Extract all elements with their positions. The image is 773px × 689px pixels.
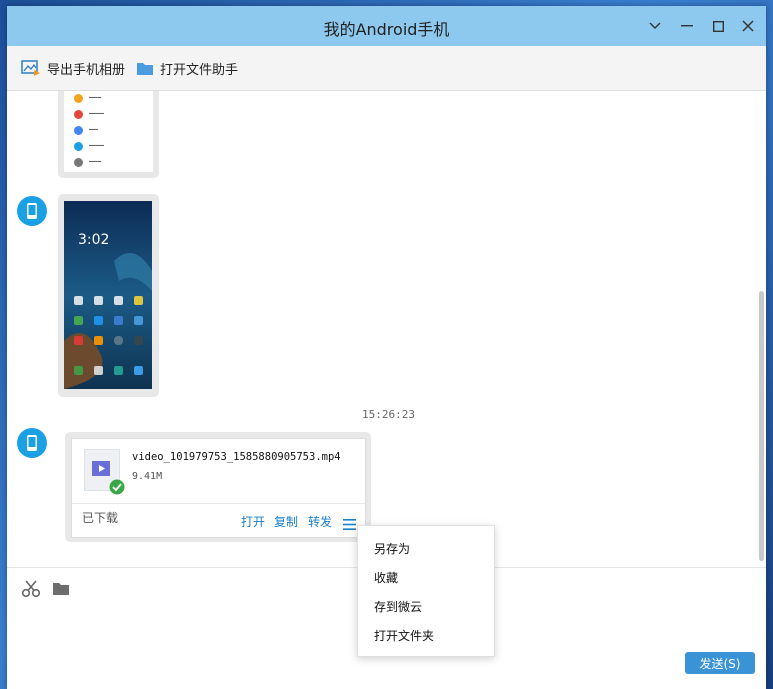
file-size: 9.41M [132, 471, 163, 482]
phone-icon [27, 203, 37, 219]
message-timestamp: 15:26:23 [362, 408, 415, 421]
image-message[interactable]: 3:02 [58, 194, 159, 397]
forward-file-link[interactable]: 转发 [308, 513, 332, 530]
settings-screenshot[interactable]: ━━━━ ━━━━━ ━━━ ━━━━━ ━━━━ [64, 91, 153, 172]
minimize-button[interactable] [675, 14, 699, 38]
device-avatar[interactable] [17, 196, 47, 226]
send-button[interactable]: 发送(S) [685, 652, 755, 674]
video-file-thumbnail[interactable] [84, 449, 125, 495]
title-bar[interactable]: 我的Android手机 [7, 6, 766, 46]
open-file-helper-button[interactable]: 打开文件助手 [136, 58, 238, 78]
open-file-link[interactable]: 打开 [241, 513, 265, 530]
close-button[interactable] [736, 14, 760, 38]
download-status: 已下载 [82, 511, 119, 525]
file-context-menu: 另存为 收藏 存到微云 打开文件夹 [357, 525, 495, 657]
phone-icon [27, 435, 37, 451]
folder-icon[interactable] [52, 581, 70, 600]
device-avatar[interactable] [17, 428, 47, 458]
more-menu-icon[interactable] [343, 515, 356, 534]
downloaded-check-icon [109, 479, 125, 495]
scissors-icon[interactable] [21, 580, 41, 602]
folder-icon [137, 62, 153, 75]
copy-file-link[interactable]: 复制 [274, 513, 298, 530]
file-message[interactable]: video_101979753_1585880905753.mp4 9.41M … [65, 432, 371, 542]
image-message[interactable]: ━━━━ ━━━━━ ━━━ ━━━━━ ━━━━ [58, 91, 159, 178]
phone-clock: 3:02 [78, 232, 109, 248]
export-album-button[interactable]: 导出手机相册 [21, 58, 125, 78]
favorite-menu-item[interactable]: 收藏 [374, 569, 398, 586]
maximize-button[interactable] [706, 14, 730, 38]
file-card[interactable]: video_101979753_1585880905753.mp4 9.41M … [71, 438, 366, 538]
phone-screenshot[interactable]: 3:02 [64, 201, 152, 389]
toolbar: 导出手机相册 打开文件助手 [7, 46, 766, 91]
chevron-down-icon[interactable] [643, 14, 667, 38]
chat-scrollbar[interactable] [759, 291, 764, 561]
open-file-helper-label: 打开文件助手 [160, 62, 239, 78]
save-to-weiyun-menu-item[interactable]: 存到微云 [374, 598, 422, 615]
file-name: video_101979753_1585880905753.mp4 [132, 451, 341, 463]
save-as-menu-item[interactable]: 另存为 [374, 540, 410, 557]
export-photo-icon [21, 60, 40, 76]
export-album-label: 导出手机相册 [47, 62, 126, 78]
home-screen-image: 3:02 [64, 201, 152, 389]
open-folder-menu-item[interactable]: 打开文件夹 [374, 627, 434, 644]
divider [72, 503, 365, 504]
chat-history[interactable]: ━━━━ ━━━━━ ━━━ ━━━━━ ━━━━ 3:02 15:26:23 … [7, 91, 766, 567]
